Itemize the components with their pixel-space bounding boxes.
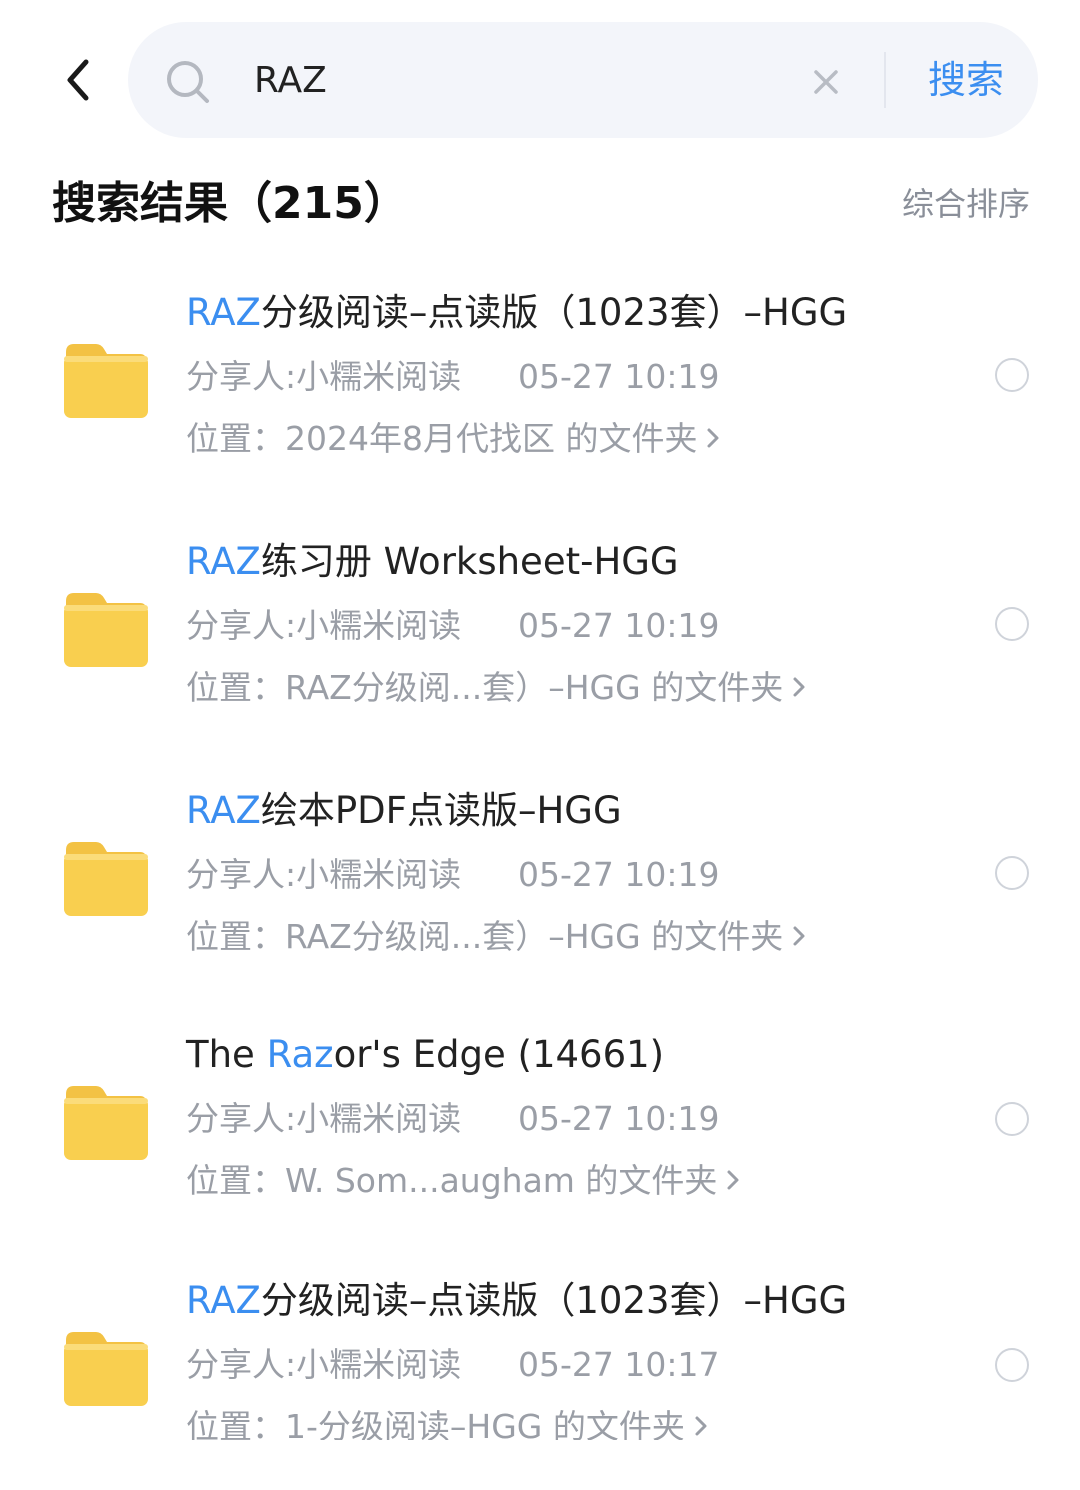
item-name: RAZ练习册 Worksheet-HGG bbox=[186, 540, 679, 583]
folder-icon bbox=[64, 1086, 148, 1160]
list-item[interactable]: RAZ练习册 Worksheet-HGG 分享人:小糯米阅读 05-27 10:… bbox=[0, 531, 1080, 751]
item-time: 05-27 10:19 bbox=[518, 855, 720, 894]
select-radio[interactable] bbox=[995, 856, 1029, 890]
item-name: RAZ分级阅读–点读版（1023套）–HGG bbox=[186, 1279, 848, 1322]
select-radio[interactable] bbox=[995, 1102, 1029, 1136]
list-item[interactable]: The Razor's Edge (14661) 分享人:小糯米阅读 05-27… bbox=[0, 1024, 1080, 1244]
chevron-right-icon bbox=[793, 926, 805, 946]
search-icon bbox=[167, 61, 209, 103]
item-location-link[interactable]: 位置：1-分级阅读–HGG 的文件夹 bbox=[186, 1402, 709, 1440]
search-divider bbox=[884, 52, 886, 108]
results-header: 搜索结果（215） 综合排序 bbox=[52, 172, 1032, 236]
search-input[interactable] bbox=[254, 50, 854, 110]
item-sharer: 分享人:小糯米阅读 bbox=[186, 855, 462, 894]
item-location-link[interactable]: 位置：RAZ分级阅...套）–HGG 的文件夹 bbox=[186, 912, 807, 962]
folder-icon bbox=[64, 344, 148, 418]
list-item[interactable]: RAZ分级阅读–点读版（1023套）–HGG 分享人:小糯米阅读 05-27 1… bbox=[0, 1270, 1080, 1490]
chevron-right-icon bbox=[793, 677, 805, 697]
search-button[interactable]: 搜索 bbox=[908, 52, 1024, 108]
results-title: 搜索结果（215） bbox=[52, 178, 408, 229]
select-radio[interactable] bbox=[995, 607, 1029, 641]
item-sharer: 分享人:小糯米阅读 bbox=[186, 606, 462, 645]
sort-button[interactable]: 综合排序 bbox=[902, 180, 1030, 228]
chevron-right-icon bbox=[695, 1416, 707, 1436]
item-sharer: 分享人:小糯米阅读 bbox=[186, 1099, 462, 1138]
item-time: 05-27 10:19 bbox=[518, 606, 720, 645]
list-item[interactable]: RAZ绘本PDF点读版–HGG 分享人:小糯米阅读 05-27 10:19 位置… bbox=[0, 780, 1080, 1000]
chevron-right-icon bbox=[727, 1170, 739, 1190]
item-name: RAZ分级阅读–点读版（1023套）–HGG bbox=[186, 291, 848, 334]
search-box: 搜索 bbox=[128, 22, 1038, 138]
back-button[interactable] bbox=[50, 52, 106, 108]
item-location-link[interactable]: 位置：W. Som...augham 的文件夹 bbox=[186, 1156, 741, 1206]
chevron-right-icon bbox=[707, 428, 719, 448]
item-location-link[interactable]: 位置：2024年8月代找区 的文件夹 bbox=[186, 414, 721, 464]
select-radio[interactable] bbox=[995, 358, 1029, 392]
item-name: The Razor's Edge (14661) bbox=[186, 1033, 665, 1076]
item-time: 05-27 10:19 bbox=[518, 357, 720, 396]
item-time: 05-27 10:17 bbox=[518, 1345, 720, 1384]
item-name: RAZ绘本PDF点读版–HGG bbox=[186, 789, 622, 832]
chevron-left-icon bbox=[67, 59, 89, 101]
select-radio[interactable] bbox=[995, 1348, 1029, 1382]
item-sharer: 分享人:小糯米阅读 bbox=[186, 1345, 462, 1384]
item-location-link[interactable]: 位置：RAZ分级阅...套）–HGG 的文件夹 bbox=[186, 663, 807, 713]
top-bar: 搜索 bbox=[0, 0, 1080, 160]
item-time: 05-27 10:19 bbox=[518, 1099, 720, 1138]
folder-icon bbox=[64, 593, 148, 667]
folder-icon bbox=[64, 1332, 148, 1406]
list-item[interactable]: RAZ分级阅读–点读版（1023套）–HGG 分享人:小糯米阅读 05-27 1… bbox=[0, 282, 1080, 502]
item-sharer: 分享人:小糯米阅读 bbox=[186, 357, 462, 396]
close-icon[interactable] bbox=[808, 64, 844, 100]
folder-icon bbox=[64, 842, 148, 916]
